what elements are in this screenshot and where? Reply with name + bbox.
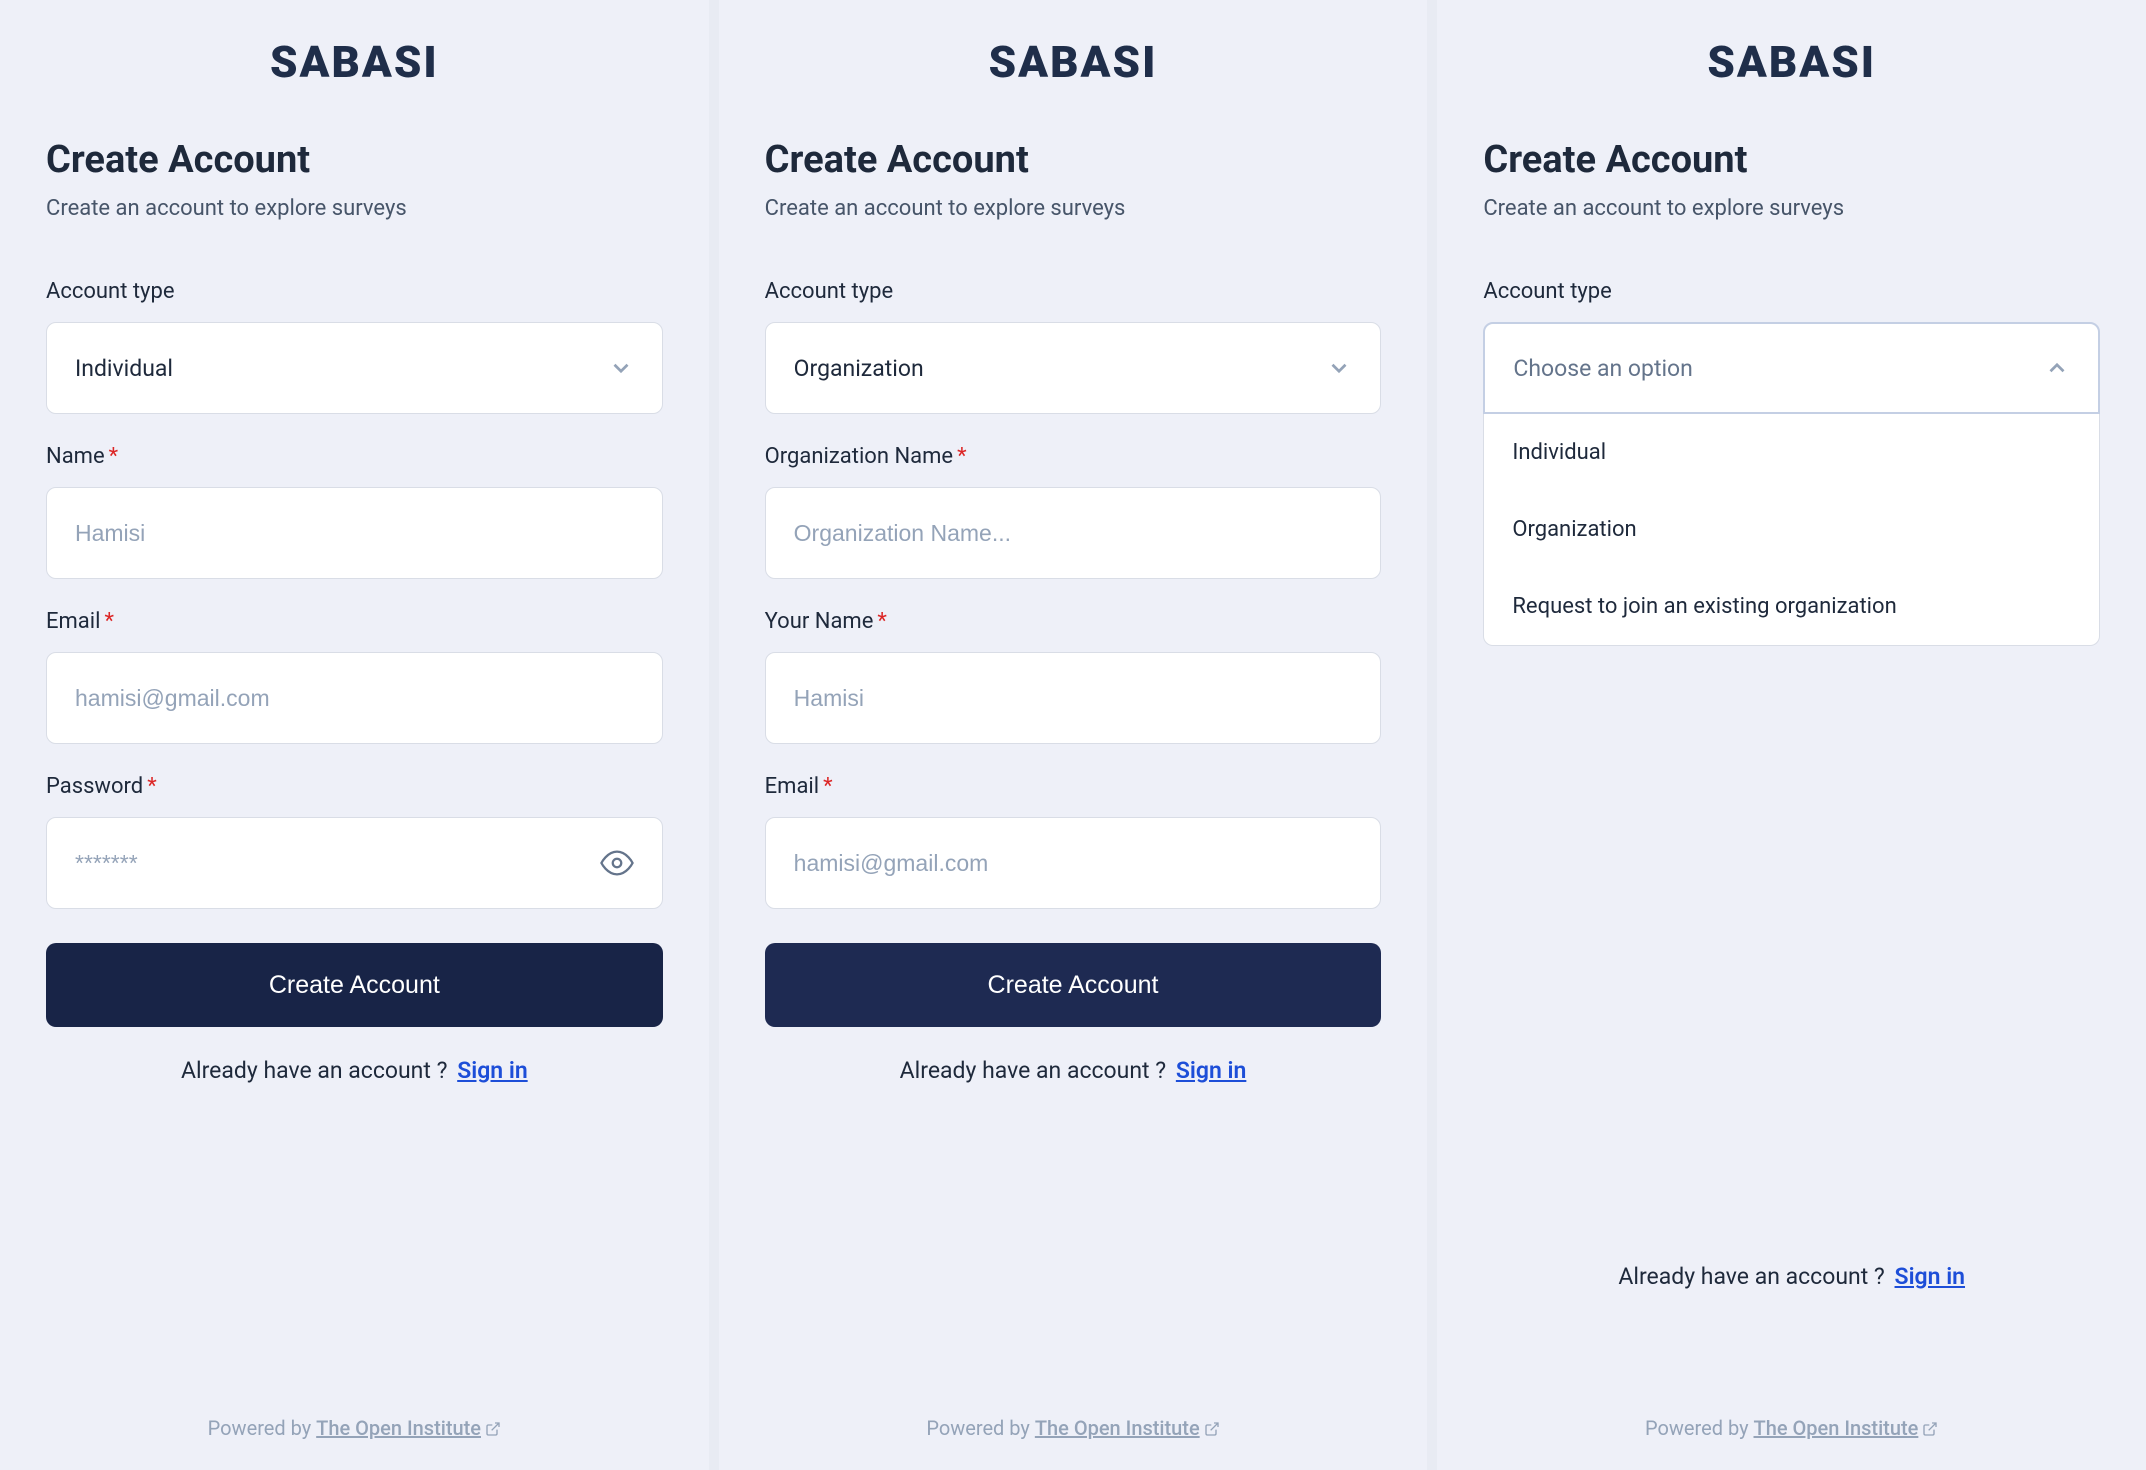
page-subtitle: Create an account to explore surveys <box>46 196 663 221</box>
chevron-down-icon <box>608 355 634 381</box>
footer-prefix: Powered by <box>1645 1416 1754 1440</box>
page-title: Create Account <box>1483 138 2100 182</box>
email-field-wrap <box>765 817 1382 909</box>
account-type-label: Account type <box>765 279 1382 304</box>
chevron-up-icon <box>2044 355 2070 381</box>
option-individual[interactable]: Individual <box>1484 414 2099 491</box>
chevron-down-icon <box>1326 355 1352 381</box>
option-organization[interactable]: Organization <box>1484 491 2099 568</box>
page-subtitle: Create an account to explore surveys <box>765 196 1382 221</box>
signin-link[interactable]: Sign in <box>457 1057 527 1084</box>
email-input[interactable] <box>794 850 1353 877</box>
name-input[interactable] <box>75 520 634 547</box>
account-type-label: Account type <box>46 279 663 304</box>
footer: Powered by The Open Institute <box>719 1416 1428 1440</box>
email-label: Email* <box>765 774 1382 799</box>
password-input[interactable] <box>75 850 588 877</box>
signin-prompt: Already have an account ? <box>900 1057 1166 1084</box>
footer-link[interactable]: The Open Institute <box>1754 1416 1939 1440</box>
account-type-dropdown: Individual Organization Request to join … <box>1483 414 2100 646</box>
your-name-label: Your Name* <box>765 609 1382 634</box>
signin-prompt: Already have an account ? <box>181 1057 447 1084</box>
footer-prefix: Powered by <box>926 1416 1035 1440</box>
page-title: Create Account <box>46 138 663 182</box>
email-label: Email* <box>46 609 663 634</box>
account-type-select[interactable]: Individual <box>46 322 663 414</box>
brand-logo: SABASI <box>989 36 1158 88</box>
organization-name-field-wrap <box>765 487 1382 579</box>
footer-prefix: Powered by <box>208 1416 317 1440</box>
email-input[interactable] <box>75 685 634 712</box>
signin-row: Already have an account ? Sign in <box>765 1057 1382 1084</box>
signup-panel-dropdown-open: SABASI Create Account Create an account … <box>1437 0 2146 1470</box>
organization-name-label: Organization Name* <box>765 444 1382 469</box>
signin-row: Already have an account ? Sign in <box>1483 1263 2100 1290</box>
organization-name-input[interactable] <box>794 520 1353 547</box>
logo-wrap: SABASI <box>1483 36 2100 88</box>
page-subtitle: Create an account to explore surveys <box>1483 196 2100 221</box>
brand-logo: SABASI <box>1707 36 1876 88</box>
name-label: Name* <box>46 444 663 469</box>
password-label: Password* <box>46 774 663 799</box>
signup-panel-individual: SABASI Create Account Create an account … <box>0 0 709 1470</box>
create-account-button[interactable]: Create Account <box>765 943 1382 1027</box>
external-link-icon <box>1204 1421 1220 1437</box>
signin-link[interactable]: Sign in <box>1895 1263 1965 1290</box>
account-type-select[interactable]: Choose an option <box>1483 322 2100 414</box>
signin-link[interactable]: Sign in <box>1176 1057 1246 1084</box>
email-field-wrap <box>46 652 663 744</box>
your-name-input[interactable] <box>794 685 1353 712</box>
page-title: Create Account <box>765 138 1382 182</box>
logo-wrap: SABASI <box>46 36 663 88</box>
create-account-button[interactable]: Create Account <box>46 943 663 1027</box>
signin-prompt: Already have an account ? <box>1618 1263 1884 1290</box>
footer-link[interactable]: The Open Institute <box>1035 1416 1220 1440</box>
external-link-icon <box>485 1421 501 1437</box>
external-link-icon <box>1922 1421 1938 1437</box>
option-request-existing[interactable]: Request to join an existing organization <box>1484 568 2099 645</box>
footer: Powered by The Open Institute <box>0 1416 709 1440</box>
account-type-value: Organization <box>794 355 924 382</box>
your-name-field-wrap <box>765 652 1382 744</box>
account-type-value: Individual <box>75 355 173 382</box>
signin-row: Already have an account ? Sign in <box>46 1057 663 1084</box>
footer-link[interactable]: The Open Institute <box>316 1416 501 1440</box>
name-field-wrap <box>46 487 663 579</box>
logo-wrap: SABASI <box>765 36 1382 88</box>
account-type-placeholder: Choose an option <box>1513 355 1693 382</box>
account-type-select[interactable]: Organization <box>765 322 1382 414</box>
account-type-label: Account type <box>1483 279 2100 304</box>
signup-panel-organization: SABASI Create Account Create an account … <box>719 0 1428 1470</box>
password-field-wrap <box>46 817 663 909</box>
footer: Powered by The Open Institute <box>1437 1416 2146 1440</box>
eye-icon[interactable] <box>600 846 634 880</box>
brand-logo: SABASI <box>270 36 439 88</box>
